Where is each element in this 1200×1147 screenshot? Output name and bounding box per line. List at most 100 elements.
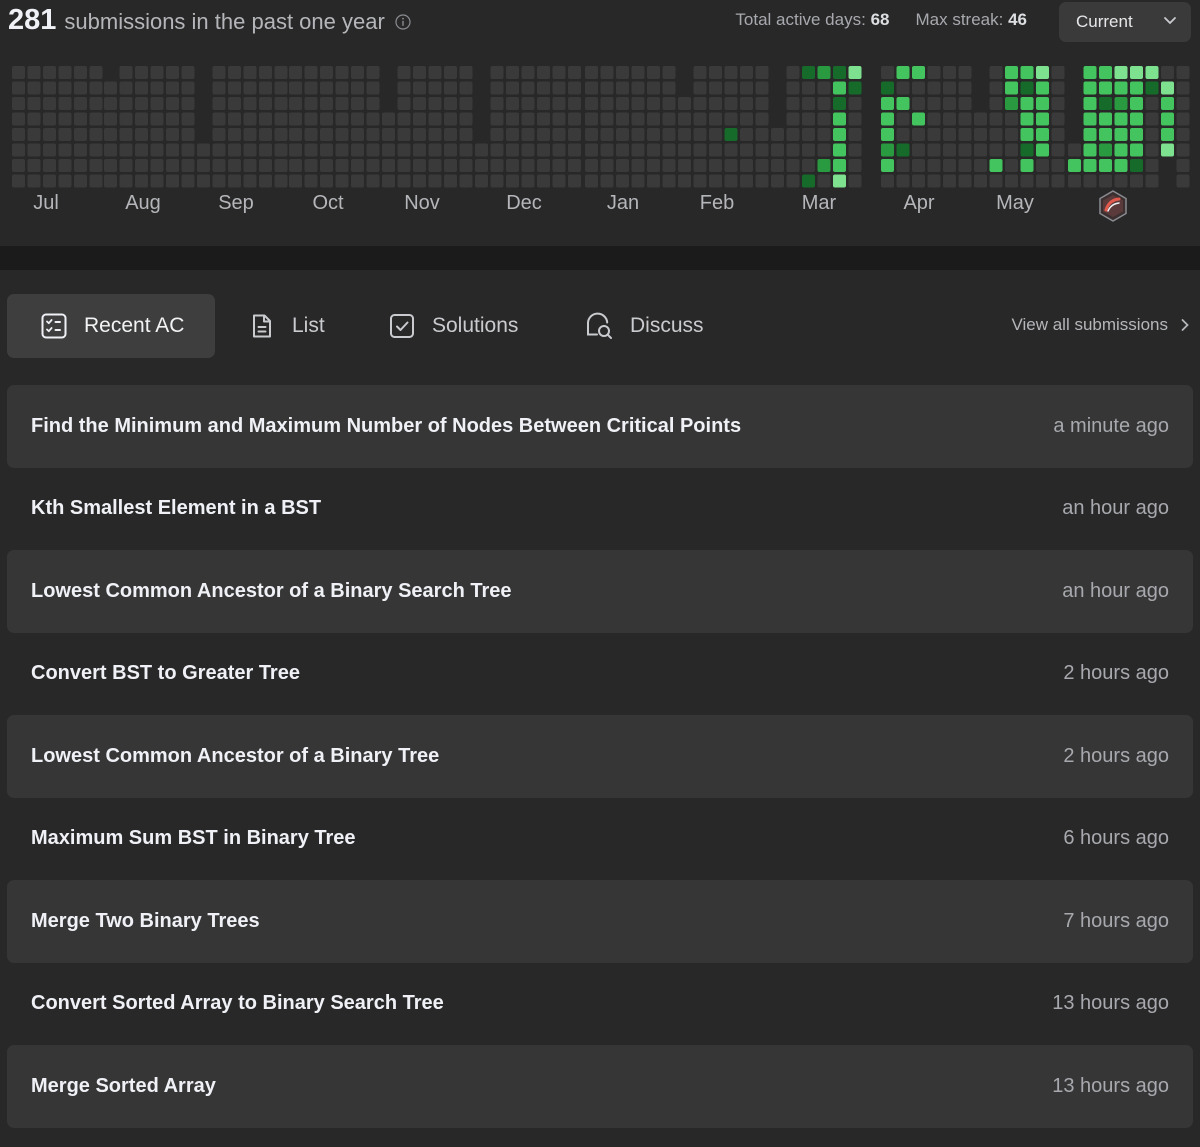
heatmap-cell[interactable] [74,66,87,79]
heatmap-cell[interactable] [848,143,862,157]
heatmap-cell[interactable] [27,174,41,188]
heatmap-cell[interactable] [166,143,179,157]
heatmap-cell[interactable] [927,81,941,95]
heatmap-cell[interactable] [274,81,288,95]
heatmap-cell[interactable] [647,66,660,79]
heatmap-cell[interactable] [228,128,241,141]
heatmap-cell[interactable] [506,143,519,157]
heatmap-cell[interactable] [740,112,753,126]
heatmap-cell[interactable] [1020,143,1034,157]
heatmap-cell[interactable] [135,66,148,79]
heatmap-cell[interactable] [1020,112,1034,126]
heatmap-cell[interactable] [428,97,442,110]
heatmap-cell[interactable] [119,143,133,157]
submission-row[interactable]: Lowest Common Ancestor of a Binary Searc… [7,550,1193,633]
heatmap-cell[interactable] [771,128,784,141]
heatmap-cell[interactable] [740,97,753,110]
heatmap-cell[interactable] [537,112,550,126]
heatmap-cell[interactable] [943,143,956,157]
heatmap-cell[interactable] [848,174,862,188]
heatmap-cell[interactable] [274,112,288,126]
heatmap-cell[interactable] [444,112,457,126]
heatmap-cell[interactable] [304,128,318,141]
heatmap-cell[interactable] [428,159,442,172]
heatmap-cell[interactable] [537,81,550,95]
heatmap-cell[interactable] [397,128,411,141]
heatmap-cell[interactable] [600,112,614,126]
heatmap-cell[interactable] [320,97,333,110]
heatmap-cell[interactable] [1130,159,1143,172]
heatmap-cell[interactable] [43,66,56,79]
heatmap-cell[interactable] [119,174,133,188]
heatmap-cell[interactable] [428,81,442,95]
heatmap-cell[interactable] [927,159,941,172]
heatmap-cell[interactable] [243,128,257,141]
heatmap-cell[interactable] [150,97,164,110]
heatmap-cell[interactable] [1020,81,1034,95]
heatmap-cell[interactable] [320,112,333,126]
submission-row[interactable]: Merge Two Binary Trees 7 hours ago [7,880,1193,963]
heatmap-cell[interactable] [259,128,272,141]
heatmap-cell[interactable] [1005,128,1018,141]
heatmap-cell[interactable] [444,143,457,157]
heatmap-cell[interactable] [568,174,581,188]
tab-recent-ac[interactable]: Recent AC [7,294,215,358]
heatmap-cell[interactable] [1099,128,1112,141]
heatmap-cell[interactable] [693,66,707,79]
heatmap-cell[interactable] [428,66,442,79]
heatmap-cell[interactable] [181,159,195,172]
heatmap-cell[interactable] [989,143,1003,157]
heatmap-cell[interactable] [881,112,894,126]
heatmap-cell[interactable] [212,97,226,110]
heatmap-cell[interactable] [755,174,769,188]
heatmap-cell[interactable] [1145,66,1159,79]
heatmap-cell[interactable] [600,97,614,110]
heatmap-cell[interactable] [521,128,535,141]
heatmap-cell[interactable] [243,97,257,110]
heatmap-cell[interactable] [786,159,800,172]
heatmap-cell[interactable] [459,81,473,95]
heatmap-cell[interactable] [724,159,738,172]
heatmap-cell[interactable] [181,128,195,141]
heatmap-cell[interactable] [444,97,457,110]
heatmap-cell[interactable] [1083,159,1097,172]
heatmap-cell[interactable] [475,174,488,188]
heatmap-cell[interactable] [166,112,179,126]
heatmap-cell[interactable] [786,81,800,95]
submission-row[interactable]: Maximum Sum BST in Binary Tree 6 hours ag… [7,798,1193,881]
heatmap-cell[interactable] [958,143,972,157]
heatmap-cell[interactable] [817,159,831,172]
heatmap-cell[interactable] [693,174,707,188]
heatmap-cell[interactable] [1114,174,1128,188]
heatmap-cell[interactable] [802,128,815,141]
heatmap-cell[interactable] [490,143,504,157]
heatmap-cell[interactable] [755,66,769,79]
heatmap-cell[interactable] [1130,97,1143,110]
heatmap-cell[interactable] [585,112,598,126]
heatmap-cell[interactable] [397,66,411,79]
heatmap-cell[interactable] [289,143,302,157]
heatmap-cell[interactable] [444,159,457,172]
heatmap-cell[interactable] [631,174,645,188]
heatmap-cell[interactable] [943,159,956,172]
heatmap-cell[interactable] [896,128,910,141]
heatmap-cell[interactable] [1005,97,1018,110]
heatmap-cell[interactable] [537,66,550,79]
heatmap-cell[interactable] [585,174,598,188]
heatmap-cell[interactable] [912,143,925,157]
heatmap-cell[interactable] [197,143,210,157]
heatmap-cell[interactable] [1176,81,1190,95]
heatmap-cell[interactable] [662,143,676,157]
heatmap-cell[interactable] [12,128,25,141]
heatmap-cell[interactable] [119,159,133,172]
heatmap-cell[interactable] [1161,112,1174,126]
heatmap-cell[interactable] [397,159,411,172]
heatmap-cell[interactable] [989,81,1003,95]
heatmap-cell[interactable] [616,174,629,188]
heatmap-cell[interactable] [881,66,894,79]
heatmap-cell[interactable] [662,174,676,188]
heatmap-cell[interactable] [740,66,753,79]
submission-row[interactable]: Find the Minimum and Maximum Number of N… [7,385,1193,468]
submission-title[interactable]: Merge Two Binary Trees [31,910,260,933]
heatmap-cell[interactable] [58,174,72,188]
